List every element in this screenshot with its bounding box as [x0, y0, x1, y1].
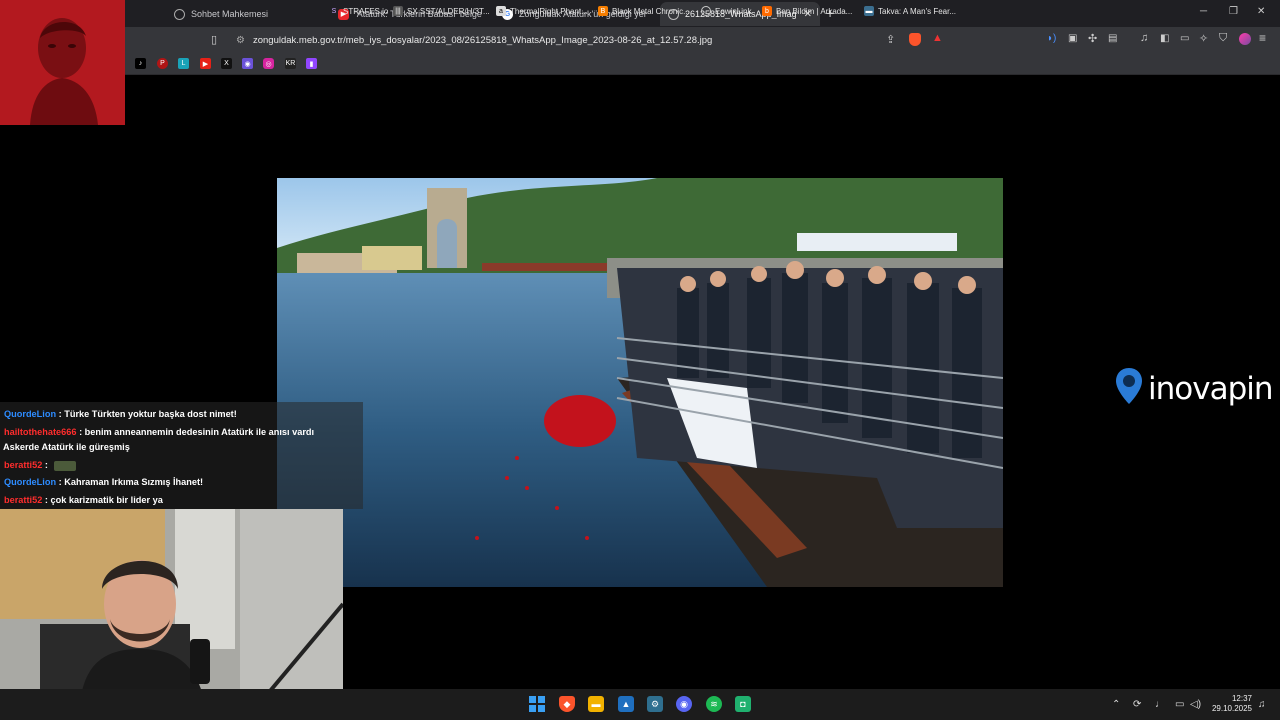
chat-text: Askerde Atatürk ile güreşmiş — [3, 442, 130, 452]
share-icon[interactable]: ⇪ — [886, 33, 895, 46]
letterboxd-icon[interactable]: L — [178, 58, 189, 69]
restore-icon[interactable]: ❐ — [1229, 6, 1238, 17]
settings-app-icon[interactable]: ⚙ — [647, 696, 663, 712]
browser-toolbar: ▯ ⚙ zonguldak.meb.gov.tr/meb_iys_dosyala… — [0, 27, 1280, 53]
chat-text: : çok karizmatik bir lider ya — [44, 495, 163, 505]
profile-icon[interactable] — [1239, 33, 1251, 45]
close-window-icon[interactable]: ✕ — [1257, 6, 1265, 17]
vpn-icon[interactable]: ⛉ — [1219, 32, 1227, 45]
bookmark-takva[interactable]: ▬ Takva: A Man's Fear... — [864, 4, 956, 18]
sponsor-logo-text: inovapin — [1148, 370, 1274, 407]
menu-icon[interactable]: ≡ — [1259, 31, 1266, 45]
chat-message: beratti52 : çok karizmatik bir lider ya — [4, 495, 163, 505]
brave-taskbar-icon[interactable]: ◆ — [559, 696, 575, 712]
brave-rewards-icon[interactable]: ▲ — [932, 32, 943, 44]
sync-icon[interactable]: ⟳ — [1133, 699, 1141, 710]
chat-message: QuordeLion : Türke Türkten yoktur başka … — [4, 409, 237, 419]
tiktok-icon[interactable]: ♪ — [135, 58, 146, 69]
bookmarks-bar — [0, 53, 1280, 75]
kr-icon[interactable]: KR — [285, 58, 296, 69]
ceremony-photo — [277, 178, 1003, 587]
spotify-icon[interactable]: ≋ — [706, 696, 722, 712]
discord-taskbar-icon[interactable]: ◉ — [676, 696, 692, 712]
windows-start-icon[interactable] — [529, 696, 545, 712]
obs-app-icon[interactable]: ◘ — [735, 696, 751, 712]
webcam-feed — [0, 509, 343, 703]
pinterest-icon[interactable]: P — [157, 58, 168, 69]
network-icon[interactable]: ▭ — [1175, 699, 1184, 710]
tank-emote-icon — [53, 460, 76, 471]
youtube-bookmark-icon[interactable]: ▶ — [200, 58, 211, 69]
extension-icon-1[interactable]: ▣ — [1068, 33, 1077, 44]
url-text: zonguldak.meb.gov.tr/meb_iys_dosyalar/20… — [252, 34, 713, 46]
bookmark-sx-sst[interactable]: ||| SX SST/ALDER/H/3T... — [393, 4, 490, 18]
minimize-icon[interactable]: ─ — [1200, 6, 1207, 17]
chat-message: beratti52 : — [4, 460, 76, 471]
benbildim-icon: b — [762, 6, 772, 16]
streamer-avatar-art — [0, 0, 125, 125]
chat-message: QuordeLion : Kahraman Irkıma Sızmış İhan… — [4, 477, 203, 487]
address-bar[interactable]: ⚙ zonguldak.meb.gov.tr/meb_iys_dosyalar/… — [230, 30, 956, 50]
sx-icon: ||| — [393, 6, 403, 16]
audio-icon[interactable]: ◗) — [1047, 33, 1056, 44]
photos-icon[interactable]: ▲ — [618, 696, 634, 712]
bookmark-black-metal[interactable]: B Black Metal Chronic... — [598, 4, 690, 18]
chat-username: beratti52 — [4, 495, 43, 505]
file-explorer-icon[interactable]: ▬ — [588, 696, 604, 712]
media-icon[interactable]: ♫ — [1140, 32, 1148, 44]
chat-username: QuordeLion — [4, 409, 57, 419]
puzzle-icon[interactable]: ✣ — [1088, 32, 1097, 45]
chat-username: beratti52 — [4, 460, 43, 470]
chat-text: : benim anneannemin dedesinin Atatürk il… — [79, 427, 315, 437]
bookmark-icon[interactable]: ▯ — [211, 33, 217, 46]
x-icon[interactable]: X — [221, 58, 232, 69]
strafes-icon: S — [331, 7, 337, 15]
movie-icon: ▬ — [864, 6, 874, 16]
chat-text: : Kahraman Irkıma Sızmış İhanet! — [58, 477, 204, 487]
microphone-icon[interactable]: ♩ — [1155, 699, 1165, 710]
taskbar-clock[interactable]: 12:37 29.10.2025 — [1208, 694, 1252, 714]
twitch-icon[interactable]: ▮ — [306, 58, 317, 69]
windows-taskbar — [0, 689, 1280, 720]
discord-bookmark-icon[interactable]: ◉ — [242, 58, 253, 69]
leo-icon[interactable]: ✧ — [1199, 32, 1208, 45]
chat-text: : Türke Türkten yoktur başka dost nimet! — [58, 409, 237, 419]
chat-text: : — [44, 460, 48, 470]
bookmark-thermalright[interactable]: a ThermalRight Phant... — [496, 4, 588, 18]
bookmark-ben-bildim[interactable]: b Ben Bildim | Arkada... — [762, 4, 852, 18]
site-info-icon[interactable]: ⚙ — [236, 35, 245, 46]
notification-bell-icon[interactable]: ♫ — [1258, 699, 1266, 710]
tab-sohbet-mahkemesi[interactable]: Sohbet Mahkemesi — [166, 2, 326, 26]
blogger-icon: B — [598, 6, 608, 16]
volume-icon[interactable]: ◁) — [1190, 699, 1201, 710]
globe-icon — [174, 8, 185, 20]
chat-message-continuation: Askerde Atatürk ile güreşmiş — [3, 442, 130, 452]
clock-date: 29.10.2025 — [1211, 704, 1252, 713]
sponsor-logo: inovapin — [1114, 366, 1274, 411]
eowin-icon — [701, 6, 711, 16]
wallet-icon[interactable]: ▭ — [1180, 33, 1189, 44]
location-pin-icon — [1114, 366, 1144, 411]
tray-overflow-icon[interactable]: ⌃ — [1112, 699, 1120, 710]
chat-overlay: QuordeLion : Türke Türkten yoktur başka … — [0, 402, 363, 509]
bookmark-strafes[interactable]: S STRAFES.io — [329, 4, 389, 18]
chat-message: hailtothehate666 : benim anneannemin ded… — [4, 427, 314, 437]
chat-username: hailtothehate666 — [4, 427, 77, 437]
brave-shield-icon[interactable] — [909, 33, 921, 46]
clock-time: 12:37 — [1231, 694, 1252, 703]
instagram-icon[interactable]: ◎ — [263, 58, 274, 69]
thermalright-icon: a — [496, 6, 506, 16]
chat-username: QuordeLion — [4, 477, 57, 487]
extension-icon-2[interactable]: ▤ — [1108, 33, 1117, 44]
bookmark-eowinlink[interactable]: EowinLink — [701, 4, 751, 18]
sidebar-icon[interactable]: ◧ — [1160, 33, 1169, 44]
